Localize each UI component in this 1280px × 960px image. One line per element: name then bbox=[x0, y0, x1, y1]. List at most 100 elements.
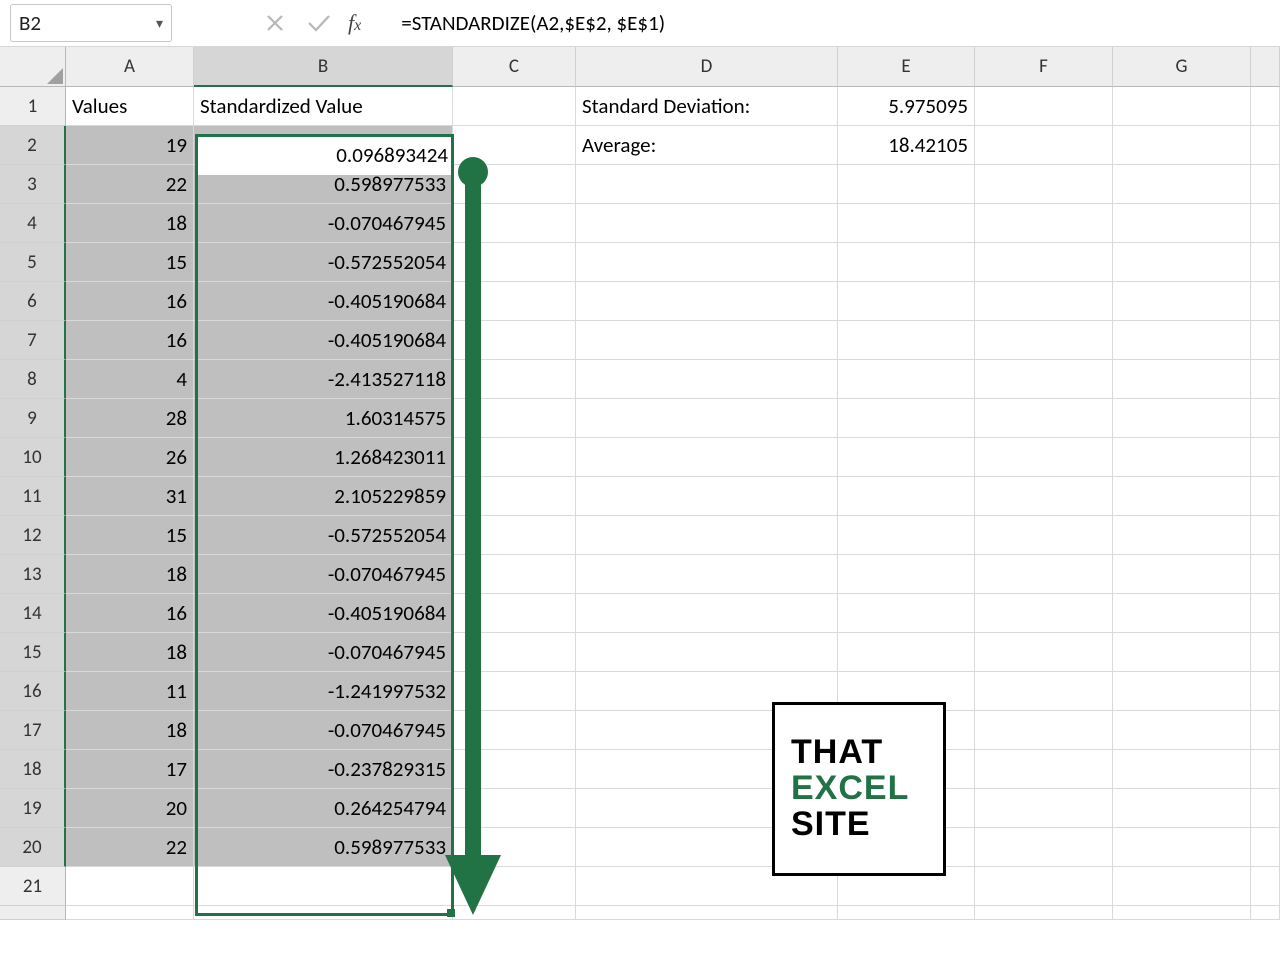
cell-B8[interactable]: -2.413527118 bbox=[194, 360, 453, 399]
cell-C3[interactable] bbox=[453, 165, 576, 204]
cell-A1[interactable]: Values bbox=[66, 87, 194, 126]
cell-stub-2[interactable] bbox=[1251, 126, 1280, 165]
row-header-11[interactable]: 11 bbox=[0, 477, 66, 516]
cell-A9[interactable]: 28 bbox=[66, 399, 194, 438]
cell-B12[interactable]: -0.572552054 bbox=[194, 516, 453, 555]
row-header-22[interactable] bbox=[0, 906, 66, 920]
row-header-13[interactable]: 13 bbox=[0, 555, 66, 594]
row-header-3[interactable]: 3 bbox=[0, 165, 66, 204]
cell-A17[interactable]: 18 bbox=[66, 711, 194, 750]
row-header-18[interactable]: 18 bbox=[0, 750, 66, 789]
cell-A20[interactable]: 22 bbox=[66, 828, 194, 867]
cell-A8[interactable]: 4 bbox=[66, 360, 194, 399]
row-header-12[interactable]: 12 bbox=[0, 516, 66, 555]
cell-G1[interactable] bbox=[1113, 87, 1251, 126]
cell-A19[interactable]: 20 bbox=[66, 789, 194, 828]
cell-B18[interactable]: -0.237829315 bbox=[194, 750, 453, 789]
row-header-14[interactable]: 14 bbox=[0, 594, 66, 633]
cell-E1[interactable]: 5.975095 bbox=[838, 87, 975, 126]
cell-B17[interactable]: -0.070467945 bbox=[194, 711, 453, 750]
confirm-icon[interactable] bbox=[306, 10, 332, 36]
col-header-E[interactable]: E bbox=[838, 47, 975, 87]
col-header-C[interactable]: C bbox=[453, 47, 576, 87]
cell-A7[interactable]: 16 bbox=[66, 321, 194, 360]
row-header-16[interactable]: 16 bbox=[0, 672, 66, 711]
chevron-down-icon[interactable]: ▾ bbox=[156, 15, 163, 32]
cell-A13[interactable]: 18 bbox=[66, 555, 194, 594]
row-header-21[interactable]: 21 bbox=[0, 867, 66, 906]
row-header-10[interactable]: 10 bbox=[0, 438, 66, 477]
cell-F2[interactable] bbox=[975, 126, 1113, 165]
row-header-4[interactable]: 4 bbox=[0, 204, 66, 243]
cell-C1[interactable] bbox=[453, 87, 576, 126]
cell-C2[interactable] bbox=[453, 126, 576, 165]
row-header-6[interactable]: 6 bbox=[0, 282, 66, 321]
cell-A6[interactable]: 16 bbox=[66, 282, 194, 321]
cell-B7[interactable]: -0.405190684 bbox=[194, 321, 453, 360]
cell-F3[interactable] bbox=[975, 165, 1113, 204]
logo-line-1: THAT bbox=[791, 735, 943, 771]
row-header-19[interactable]: 19 bbox=[0, 789, 66, 828]
cell-E3[interactable] bbox=[838, 165, 975, 204]
cell-A10[interactable]: 26 bbox=[66, 438, 194, 477]
cell-B10[interactable]: 1.268423011 bbox=[194, 438, 453, 477]
col-header-D[interactable]: D bbox=[576, 47, 838, 87]
cell-B20[interactable]: 0.598977533 bbox=[194, 828, 453, 867]
cell-B19[interactable]: 0.264254794 bbox=[194, 789, 453, 828]
row-header-9[interactable]: 9 bbox=[0, 399, 66, 438]
formula-input[interactable]: =STANDARDIZE(A2,$E$2, $E$1) bbox=[397, 8, 1280, 38]
row-header-8[interactable]: 8 bbox=[0, 360, 66, 399]
column-header-row: A B C D E F G bbox=[0, 47, 1280, 87]
cell-B4[interactable]: -0.070467945 bbox=[194, 204, 453, 243]
cell-B5[interactable]: -0.572552054 bbox=[194, 243, 453, 282]
cell-A12[interactable]: 15 bbox=[66, 516, 194, 555]
row-header-5[interactable]: 5 bbox=[0, 243, 66, 282]
cell-A2[interactable]: 19 bbox=[66, 126, 194, 165]
fx-icon[interactable]: fx bbox=[348, 10, 361, 36]
col-header-A[interactable]: A bbox=[66, 47, 194, 87]
cell-B14[interactable]: -0.405190684 bbox=[194, 594, 453, 633]
cell-B1[interactable]: Standardized Value bbox=[194, 87, 453, 126]
cell-B6[interactable]: -0.405190684 bbox=[194, 282, 453, 321]
cell-G2[interactable] bbox=[1113, 126, 1251, 165]
cell-B13[interactable]: -0.070467945 bbox=[194, 555, 453, 594]
cell-B11[interactable]: 2.105229859 bbox=[194, 477, 453, 516]
cell-B21[interactable] bbox=[194, 867, 453, 906]
row-header-1[interactable]: 1 bbox=[0, 87, 66, 126]
cell-D3[interactable] bbox=[576, 165, 838, 204]
formula-bar-buttons bbox=[262, 10, 332, 36]
cell-A3[interactable]: 22 bbox=[66, 165, 194, 204]
cell-B16[interactable]: -1.241997532 bbox=[194, 672, 453, 711]
select-all-triangle[interactable] bbox=[0, 47, 66, 87]
cell-A11[interactable]: 31 bbox=[66, 477, 194, 516]
cell-B15[interactable]: -0.070467945 bbox=[194, 633, 453, 672]
cell-A5[interactable]: 15 bbox=[66, 243, 194, 282]
cell-D2[interactable]: Average: bbox=[576, 126, 838, 165]
cell-E2[interactable]: 18.42105 bbox=[838, 126, 975, 165]
cell-A18[interactable]: 17 bbox=[66, 750, 194, 789]
formula-bar: B2 ▾ fx =STANDARDIZE(A2,$E$2, $E$1) bbox=[0, 0, 1280, 47]
cell-A14[interactable]: 16 bbox=[66, 594, 194, 633]
cell-D1[interactable]: Standard Deviation: bbox=[576, 87, 838, 126]
name-box[interactable]: B2 ▾ bbox=[10, 4, 172, 42]
row-header-20[interactable]: 20 bbox=[0, 828, 66, 867]
cell-B9[interactable]: 1.60314575 bbox=[194, 399, 453, 438]
cell-A15[interactable]: 18 bbox=[66, 633, 194, 672]
cell-A4[interactable]: 18 bbox=[66, 204, 194, 243]
cell-stub-1[interactable] bbox=[1251, 87, 1280, 126]
cancel-icon[interactable] bbox=[262, 10, 288, 36]
cell-F1[interactable] bbox=[975, 87, 1113, 126]
row-header-7[interactable]: 7 bbox=[0, 321, 66, 360]
row-header-15[interactable]: 15 bbox=[0, 633, 66, 672]
row-header-17[interactable]: 17 bbox=[0, 711, 66, 750]
logo-line-2: EXCEL bbox=[791, 771, 943, 807]
that-excel-site-logo: THAT EXCEL SITE bbox=[772, 702, 946, 876]
cell-A16[interactable]: 11 bbox=[66, 672, 194, 711]
col-header-F[interactable]: F bbox=[975, 47, 1113, 87]
col-header-B[interactable]: B bbox=[194, 47, 453, 87]
cell-G3[interactable] bbox=[1113, 165, 1251, 204]
cell-A21[interactable] bbox=[66, 867, 194, 906]
row-header-2[interactable]: 2 bbox=[0, 126, 66, 165]
name-box-value: B2 bbox=[19, 10, 156, 36]
col-header-G[interactable]: G bbox=[1113, 47, 1251, 87]
